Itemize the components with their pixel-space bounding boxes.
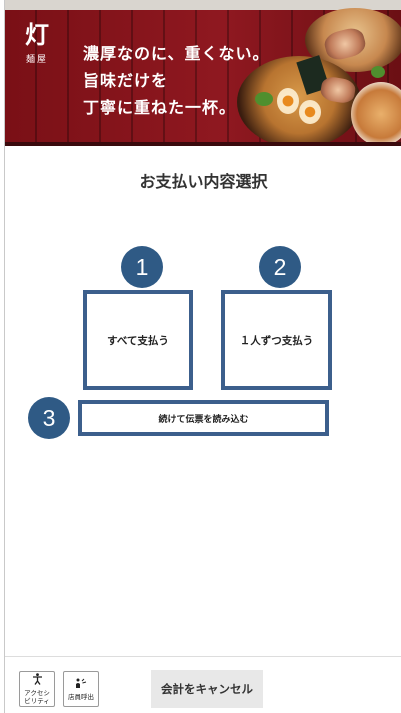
page-title: お支払い内容選択 [139, 172, 268, 191]
pay-all-button[interactable]: すべて支払う [83, 290, 193, 390]
pay-individually-label: １人ずつ支払う [239, 334, 314, 347]
option-1-badge: 1 [121, 246, 163, 288]
option-2-badge: 2 [259, 246, 301, 288]
cancel-checkout-button[interactable]: 会計をキャンセル [151, 670, 263, 708]
continue-scan-slip-button[interactable]: 続けて伝票を読み込む [78, 400, 329, 436]
green-onion [255, 92, 273, 106]
call-staff-icon [75, 678, 87, 692]
option-3-badge: 3 [28, 397, 70, 439]
logo-sub: 麺屋 [25, 55, 48, 65]
accessibility-label-line-2: ビリティ [24, 697, 50, 705]
accessibility-icon [32, 673, 43, 688]
call-staff-label: 店員呼出 [68, 692, 94, 701]
app-frame: 灯 麺屋 濃厚なのに、重くない。 旨味だけを 丁寧に重ねた一杯。 お支払い内容選… [4, 0, 401, 713]
egg-half [277, 88, 299, 114]
accessibility-button[interactable]: アクセシ ビリティ [19, 671, 55, 707]
tagline-line-1: 濃厚なのに、重くない。 [83, 44, 270, 63]
footer-bar: アクセシ ビリティ 店員呼出 会計をキャンセル [5, 656, 401, 713]
call-staff-button[interactable]: 店員呼出 [63, 671, 99, 707]
egg-half [299, 100, 321, 124]
continue-scan-slip-label: 続けて伝票を読み込む [158, 414, 249, 425]
banner-bottom-edge [5, 142, 401, 146]
shop-logo: 灯 麺屋 [17, 20, 57, 66]
accessibility-label-line-1: アクセシ [24, 689, 50, 697]
logo-kanji: 灯 [25, 20, 49, 49]
accessibility-label: アクセシ ビリティ [24, 689, 50, 705]
hero-banner: 灯 麺屋 濃厚なのに、重くない。 旨味だけを 丁寧に重ねた一杯。 [5, 0, 401, 146]
pay-individually-button[interactable]: １人ずつ支払う [221, 290, 332, 390]
pay-all-label: すべて支払う [107, 334, 169, 347]
green-onion [371, 66, 385, 78]
